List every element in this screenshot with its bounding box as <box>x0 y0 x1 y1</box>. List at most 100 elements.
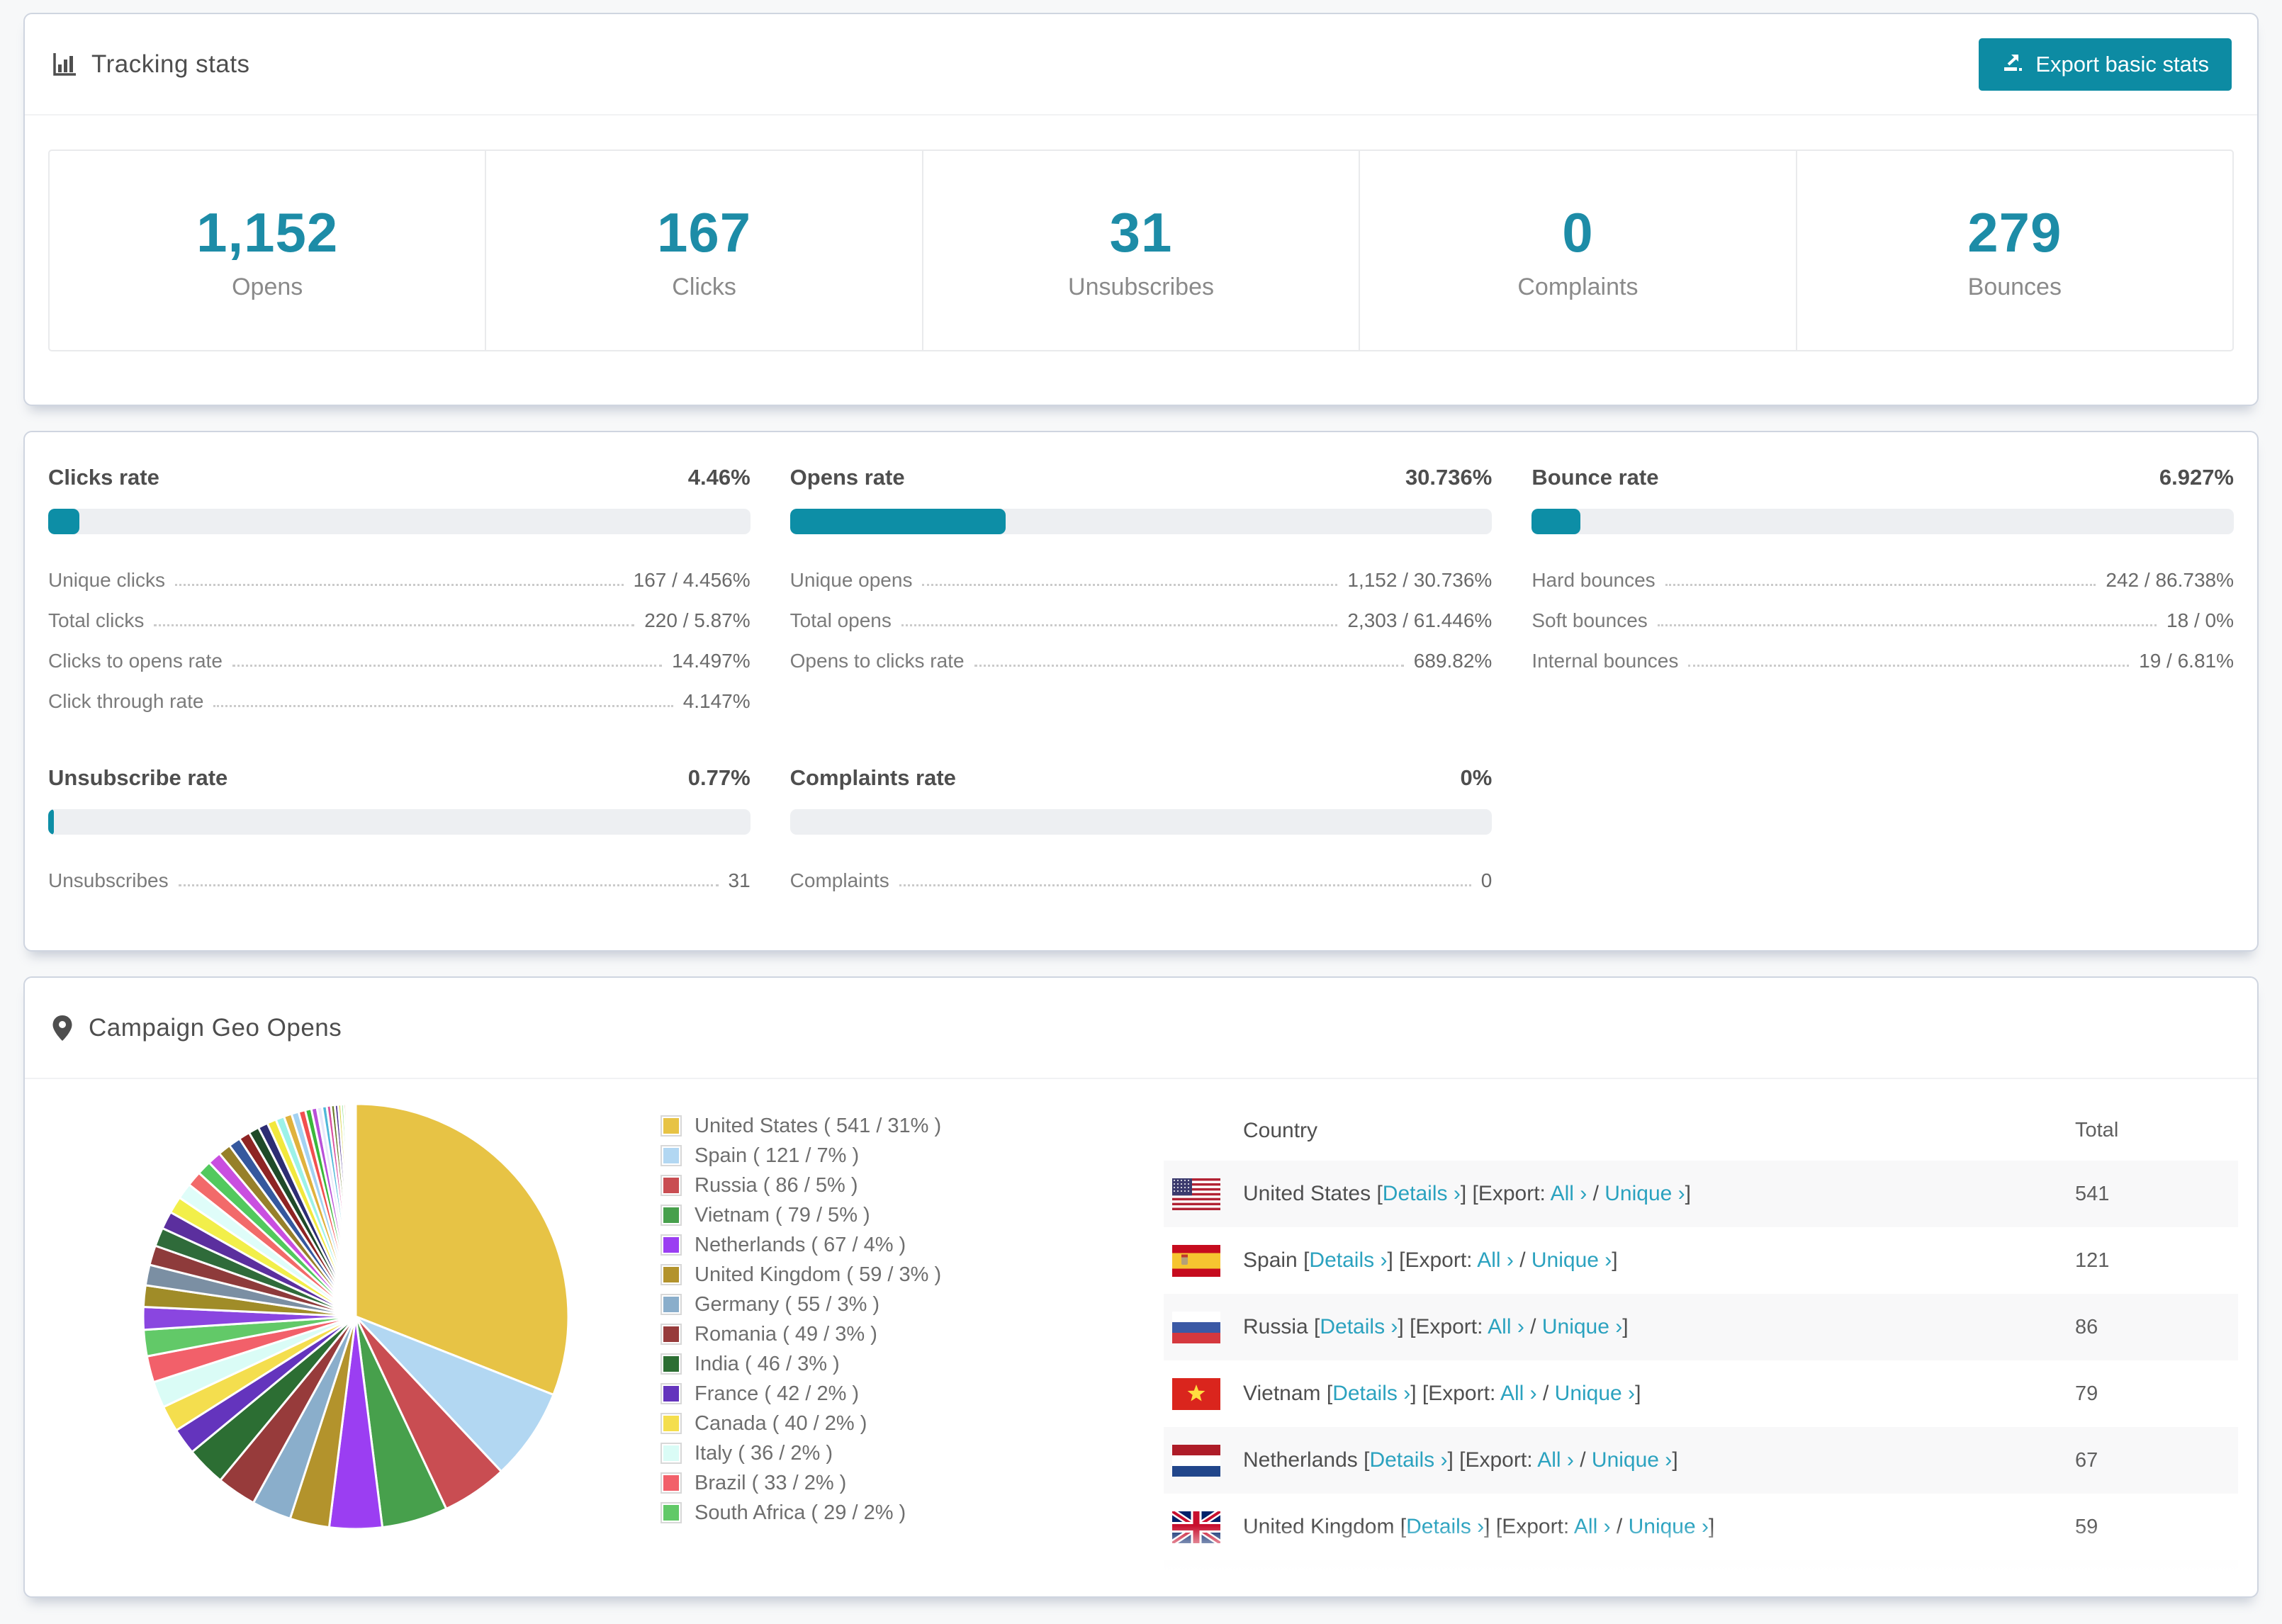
legend-label: Italy ( 36 / 2% ) <box>695 1441 833 1465</box>
rate-block-clicks-rate: Clicks rate 4.46% Unique clicks 167 / 4.456… <box>48 465 751 713</box>
rate-row: Unique opens 1,152 / 30.736% <box>789 569 1493 592</box>
legend-swatch <box>661 1472 682 1494</box>
export-unique-link[interactable]: Unique › <box>1542 1315 1622 1338</box>
legend-label: Netherlands ( 67 / 4% ) <box>695 1233 906 1256</box>
legend-swatch <box>661 1353 682 1375</box>
export-prefix: Export: <box>1478 1182 1546 1205</box>
geo-table-row-us: United States [Details ›] [Export: All ›… <box>1164 1161 2238 1227</box>
bar-chart-icon <box>50 51 77 78</box>
details-link[interactable]: Details › <box>1383 1182 1461 1205</box>
rate-block-bounce-rate: Bounce rate 6.927% Hard bounces 242 / 86.73… <box>1531 465 2234 713</box>
stat-value: 167 <box>657 201 752 264</box>
export-unique-link[interactable]: Unique › <box>1592 1448 1672 1472</box>
legend-label: United States ( 541 / 31% ) <box>695 1114 942 1137</box>
rate-value: 4.46% <box>687 465 751 490</box>
legend-item: United Kingdom ( 59 / 3% ) <box>661 1260 994 1290</box>
legend-item: South Africa ( 29 / 2% ) <box>661 1498 994 1528</box>
legend-item: Germany ( 55 / 3% ) <box>661 1290 994 1319</box>
legend-item: Italy ( 36 / 2% ) <box>661 1438 994 1468</box>
export-all-link[interactable]: All › <box>1477 1248 1514 1272</box>
country-name: Germany <box>1243 1581 1331 1598</box>
export-basic-stats-button[interactable]: Export basic stats <box>1979 38 2232 91</box>
details-link[interactable]: Details › <box>1369 1448 1447 1472</box>
geo-opens-card: Campaign Geo Opens United States ( 541 /… <box>23 976 2259 1598</box>
rate-value: 30.736% <box>1405 465 1493 490</box>
export-all-link[interactable]: All › <box>1574 1515 1611 1538</box>
rate-title: Clicks rate <box>48 465 159 490</box>
rate-title: Bounce rate <box>1531 465 1659 490</box>
legend-swatch <box>661 1234 682 1256</box>
details-link[interactable]: Details › <box>1320 1315 1398 1338</box>
details-link[interactable]: Details › <box>1342 1581 1420 1596</box>
de-flag-icon <box>1164 1577 1243 1596</box>
stat-label: Clicks <box>672 273 736 300</box>
geo-table-header-row: Country Total <box>1164 1100 2238 1161</box>
country-name: United States <box>1243 1182 1371 1205</box>
legend-item: United States ( 541 / 31% ) <box>661 1111 994 1141</box>
export-unique-link[interactable]: Unique › <box>1555 1382 1635 1405</box>
dotted-leader <box>1657 624 2157 626</box>
stat-label: Unsubscribes <box>1068 273 1214 300</box>
export-all-link[interactable]: All › <box>1510 1581 1547 1596</box>
geo-table-row-de: Germany [Details ›] [Export: All › / Uni… <box>1164 1560 2238 1598</box>
legend-label: Russia ( 86 / 5% ) <box>695 1173 858 1197</box>
geo-body: United States ( 541 / 31% ) Spain ( 121 /… <box>25 1079 2257 1598</box>
rate-title: Opens rate <box>789 465 905 490</box>
page-title: Tracking stats <box>91 50 250 78</box>
ru-flag-icon <box>1164 1311 1243 1343</box>
progress-bar <box>1531 509 2234 534</box>
country-cell: Germany [Details ›] [Export: All › / Uni… <box>1243 1581 2075 1598</box>
export-unique-link[interactable]: Unique › <box>1604 1182 1685 1205</box>
legend-swatch <box>661 1502 682 1523</box>
page: Tracking stats Export basic stats 1,152 O… <box>0 0 2282 1598</box>
legend-label: Spain ( 121 / 7% ) <box>695 1144 860 1167</box>
stat-label: Complaints <box>1517 273 1639 300</box>
us-flag-icon <box>1164 1178 1243 1210</box>
geo-table-row-ru: Russia [Details ›] [Export: All › / Uniq… <box>1164 1294 2238 1360</box>
rate-row: Hard bounces 242 / 86.738% <box>1531 569 2234 592</box>
export-prefix: Export: <box>1405 1248 1473 1272</box>
tracking-stats-header: Tracking stats Export basic stats <box>25 14 2257 115</box>
details-link[interactable]: Details › <box>1406 1515 1484 1538</box>
details-link[interactable]: Details › <box>1332 1382 1410 1405</box>
stat-label: Bounces <box>1967 273 2062 300</box>
legend-item: Spain ( 121 / 7% ) <box>661 1141 994 1171</box>
export-all-link[interactable]: All › <box>1488 1315 1524 1338</box>
rate-row: Unique clicks 167 / 4.456% <box>48 569 751 592</box>
export-unique-link[interactable]: Unique › <box>1565 1581 1645 1596</box>
rate-row: Unsubscribes 31 <box>48 869 751 892</box>
legend-swatch <box>661 1294 682 1315</box>
progress-bar <box>789 809 1493 835</box>
legend-item: Vietnam ( 79 / 5% ) <box>661 1200 994 1230</box>
export-prefix: Export: <box>1428 1382 1496 1405</box>
rate-row: Total clicks 220 / 5.87% <box>48 609 751 632</box>
details-link[interactable]: Details › <box>1309 1248 1387 1272</box>
export-all-link[interactable]: All › <box>1500 1382 1537 1405</box>
legend-swatch <box>661 1145 682 1166</box>
rate-title: Complaints rate <box>789 765 956 790</box>
legend-item: India ( 46 / 3% ) <box>661 1349 994 1379</box>
total-cell: 86 <box>2075 1315 2098 1338</box>
country-name: Russia <box>1243 1315 1308 1338</box>
stat-value: 31 <box>1109 201 1173 264</box>
dotted-leader <box>213 705 673 707</box>
rate-value: 0.77% <box>687 765 751 790</box>
dotted-leader <box>922 584 1338 586</box>
export-unique-link[interactable]: Unique › <box>1531 1248 1612 1272</box>
dotted-leader <box>899 884 1471 886</box>
stat-label: Opens <box>232 273 303 300</box>
export-all-link[interactable]: All › <box>1537 1448 1574 1472</box>
export-all-link[interactable]: All › <box>1551 1182 1587 1205</box>
legend-swatch <box>661 1264 682 1285</box>
legend-label: Brazil ( 33 / 2% ) <box>695 1471 847 1494</box>
legend-label: Canada ( 40 / 2% ) <box>695 1411 867 1435</box>
total-column-header: Total <box>2075 1119 2119 1141</box>
es-flag-icon <box>1164 1244 1243 1277</box>
rate-row: Complaints 0 <box>789 869 1493 892</box>
stat-box-opens: 1,152 Opens <box>50 151 485 350</box>
rate-row: Click through rate 4.147% <box>48 690 751 713</box>
rate-value: 0% <box>1460 765 1493 790</box>
dotted-leader <box>974 665 1404 667</box>
rate-block-complaints-rate: Complaints rate 0% Complaints 0 <box>789 765 1493 892</box>
export-unique-link[interactable]: Unique › <box>1629 1515 1709 1538</box>
